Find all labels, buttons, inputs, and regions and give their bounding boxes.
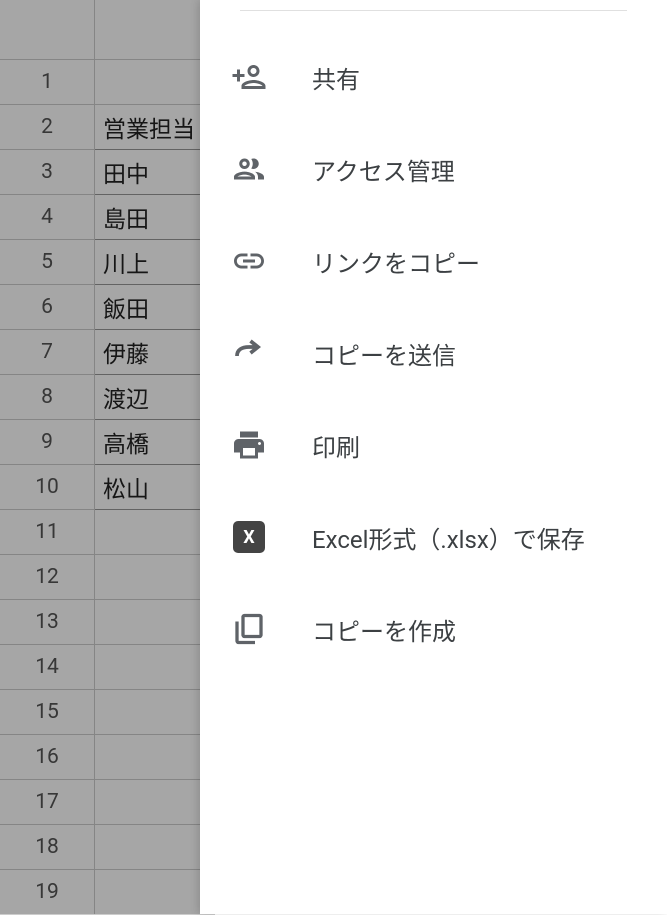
cell[interactable] [95, 510, 215, 555]
person-add-icon [228, 56, 270, 98]
menu-item-copy-link[interactable]: リンクをコピー [200, 215, 667, 307]
cell[interactable]: 飯田 [95, 285, 215, 330]
cell[interactable] [95, 600, 215, 645]
menu-item-send-copy[interactable]: コピーを送信 [200, 307, 667, 399]
menu-label: 印刷 [312, 428, 360, 463]
menu-label: リンクをコピー [312, 244, 480, 279]
cell[interactable] [95, 870, 215, 915]
column-header [95, 0, 215, 60]
menu-label: コピーを送信 [312, 336, 456, 371]
row-header[interactable]: 18 [0, 825, 95, 870]
cell[interactable]: 川上 [95, 240, 215, 285]
menu-item-print[interactable]: 印刷 [200, 399, 667, 491]
row-header[interactable]: 8 [0, 375, 95, 420]
cell[interactable] [95, 825, 215, 870]
corner-cell [0, 0, 95, 60]
cell[interactable]: 伊藤 [95, 330, 215, 375]
forward-arrow-icon [228, 332, 270, 374]
cell[interactable] [95, 555, 215, 600]
row-header[interactable]: 5 [0, 240, 95, 285]
cell[interactable] [95, 780, 215, 825]
menu-item-share[interactable]: 共有 [200, 31, 667, 123]
cell[interactable] [95, 690, 215, 735]
row-header[interactable]: 6 [0, 285, 95, 330]
excel-icon: X [228, 516, 270, 558]
row-header[interactable]: 7 [0, 330, 95, 375]
copy-icon [228, 608, 270, 650]
row-header[interactable]: 15 [0, 690, 95, 735]
row-header[interactable]: 9 [0, 420, 95, 465]
cell[interactable]: 渡辺 [95, 375, 215, 420]
row-header[interactable]: 14 [0, 645, 95, 690]
cell[interactable]: 営業担当 [95, 105, 215, 150]
cell[interactable] [95, 60, 215, 105]
row-header[interactable]: 19 [0, 870, 95, 915]
row-header[interactable]: 16 [0, 735, 95, 780]
menu-item-make-copy[interactable]: コピーを作成 [200, 583, 667, 675]
row-header[interactable]: 12 [0, 555, 95, 600]
row-headers: 12345678910111213141516171819 [0, 60, 95, 915]
row-header[interactable]: 11 [0, 510, 95, 555]
row-header[interactable]: 3 [0, 150, 95, 195]
cells-column-a: 営業担当田中島田川上飯田伊藤渡辺高橋松山 [95, 60, 215, 915]
row-header[interactable]: 13 [0, 600, 95, 645]
cell[interactable]: 高橋 [95, 420, 215, 465]
row-header[interactable]: 17 [0, 780, 95, 825]
link-icon [228, 240, 270, 282]
menu-divider [240, 10, 627, 11]
menu-label: アクセス管理 [312, 152, 455, 187]
menu-label: コピーを作成 [312, 612, 456, 647]
print-icon [228, 424, 270, 466]
menu-label: Excel形式（.xlsx）で保存 [312, 520, 585, 555]
menu-label: 共有 [312, 60, 360, 95]
cell[interactable]: 松山 [95, 465, 215, 510]
row-header[interactable]: 4 [0, 195, 95, 240]
row-header[interactable]: 10 [0, 465, 95, 510]
cell[interactable]: 島田 [95, 195, 215, 240]
share-menu-panel: 共有 アクセス管理 リンクをコピー コピーを送信 印刷 X Excel形式（.x… [200, 0, 667, 914]
row-header[interactable]: 1 [0, 60, 95, 105]
menu-item-save-as-excel[interactable]: X Excel形式（.xlsx）で保存 [200, 491, 667, 583]
row-header[interactable]: 2 [0, 105, 95, 150]
cell[interactable] [95, 645, 215, 690]
menu-item-manage-access[interactable]: アクセス管理 [200, 123, 667, 215]
cell[interactable]: 田中 [95, 150, 215, 195]
people-icon [228, 148, 270, 190]
cell[interactable] [95, 735, 215, 780]
